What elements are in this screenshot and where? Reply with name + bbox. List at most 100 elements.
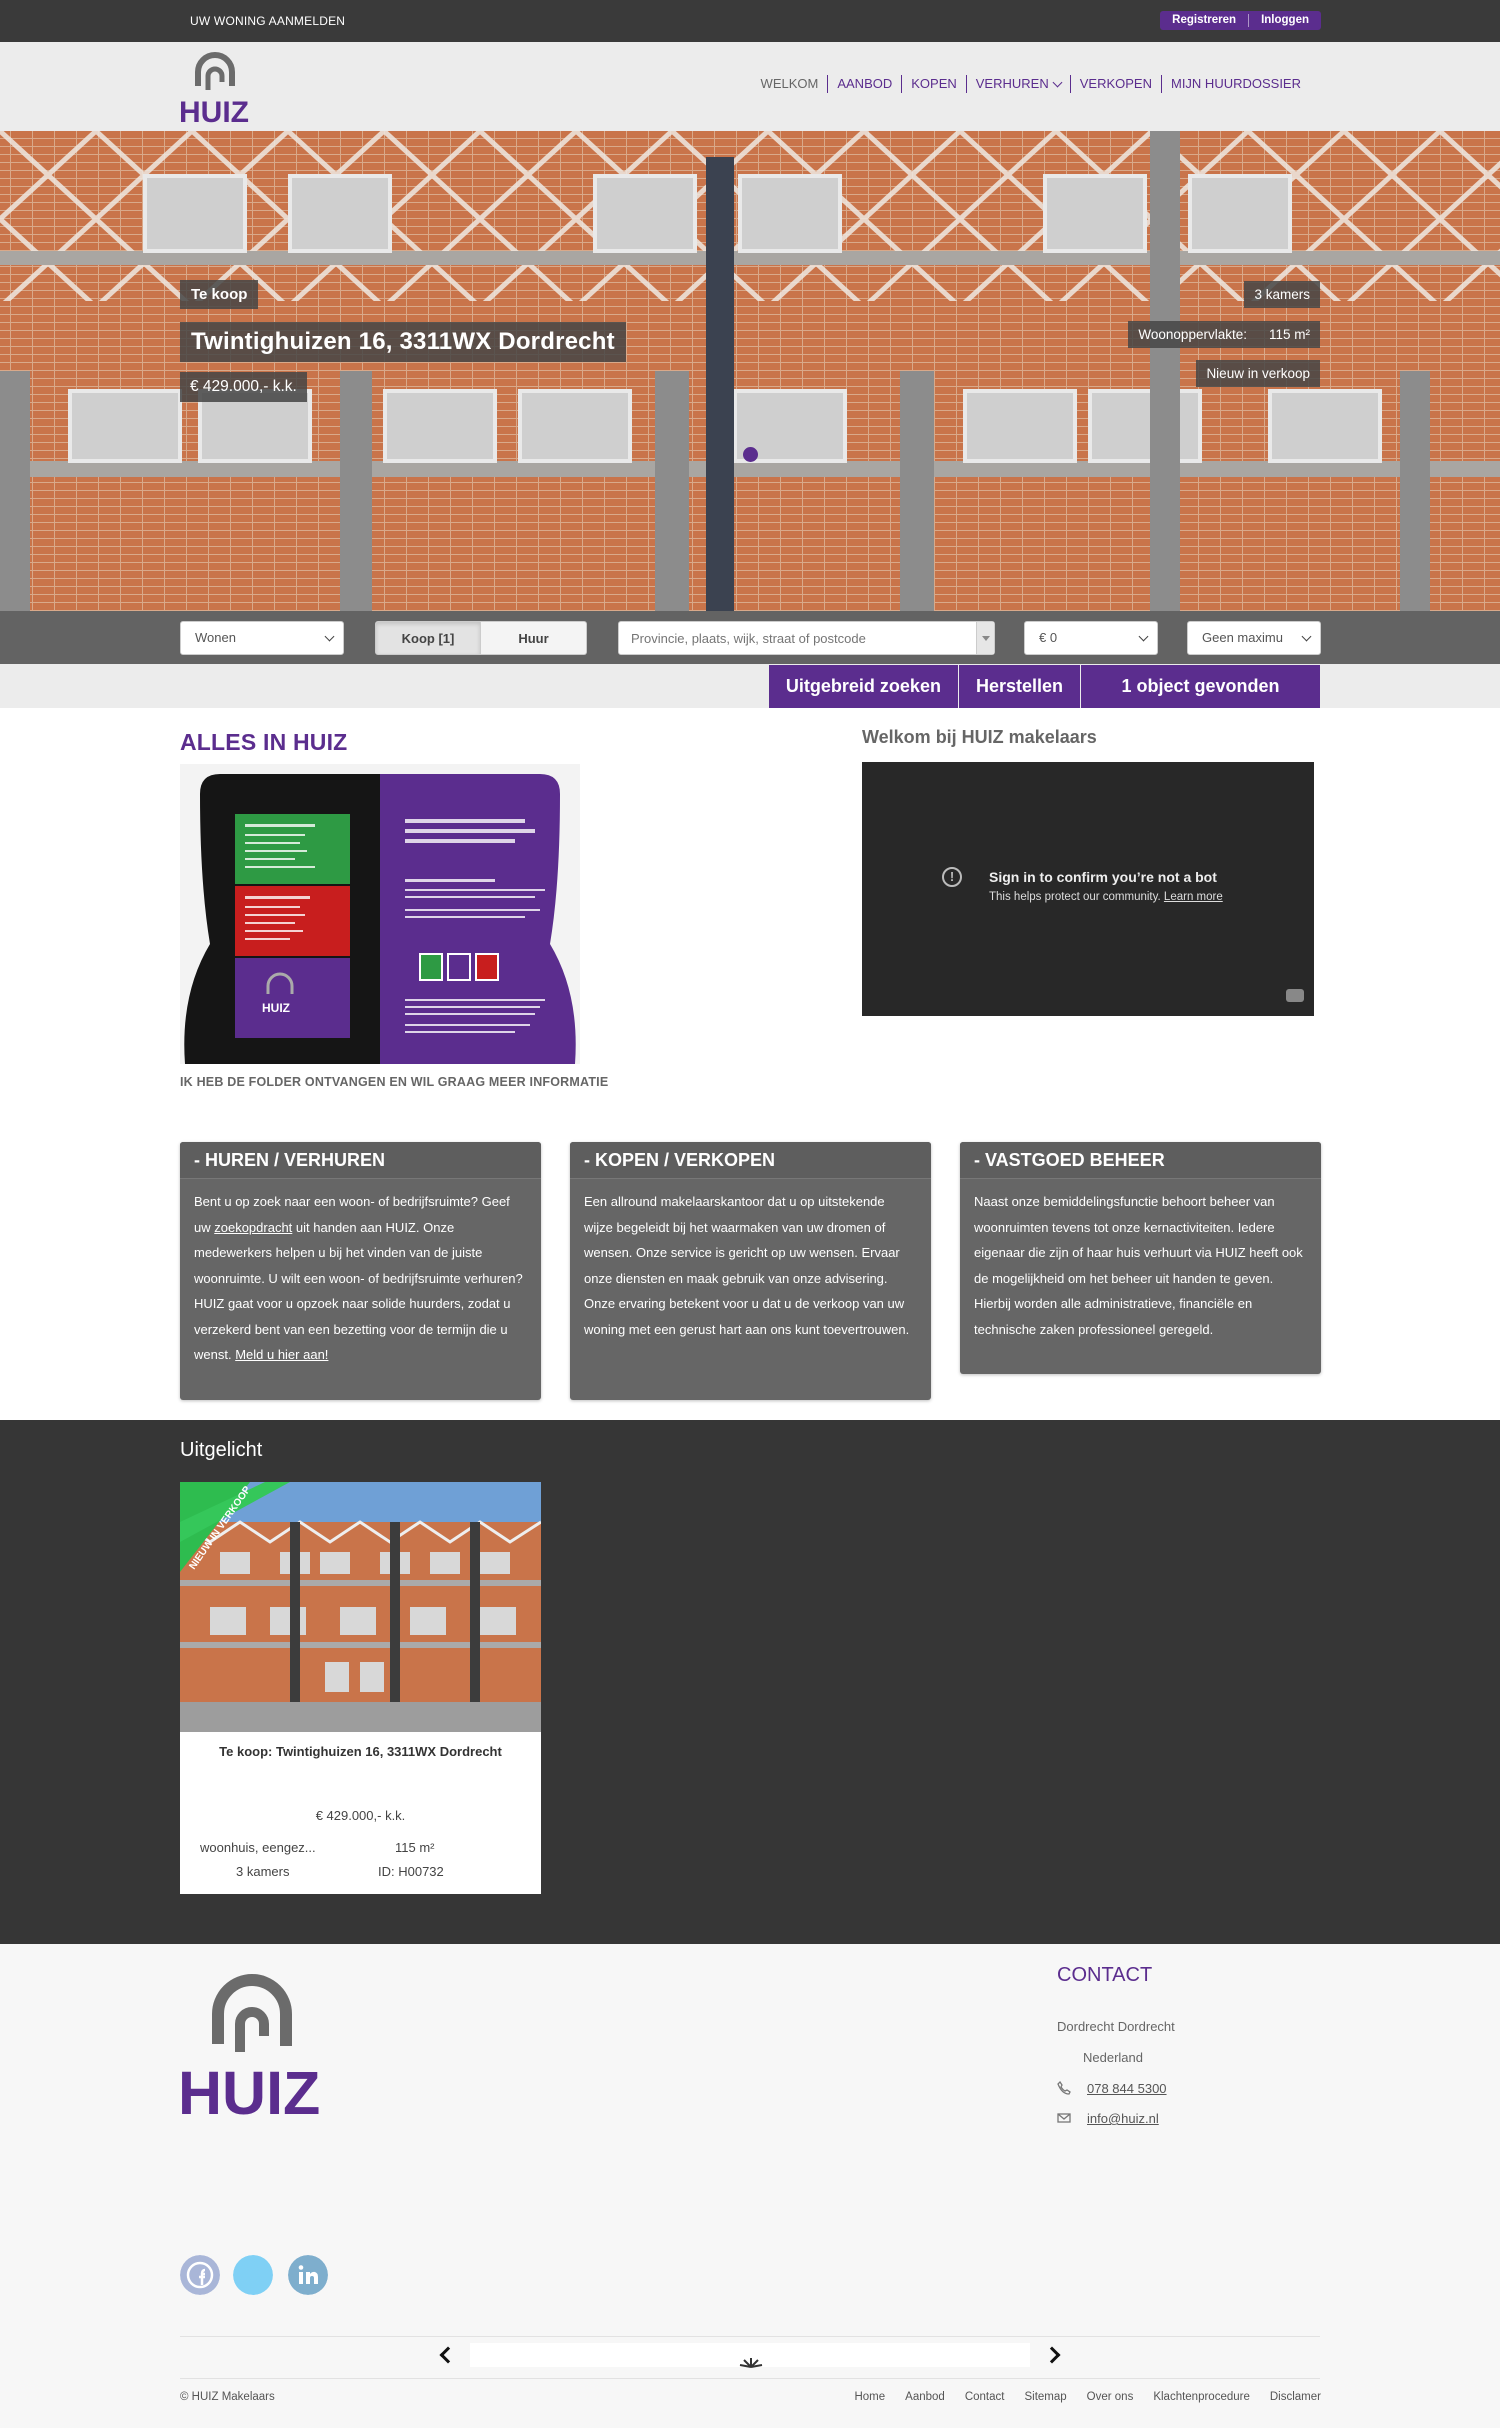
chevron-down-icon <box>324 631 335 642</box>
footer-logo-wordmark: HUIZ <box>178 2059 320 2120</box>
featured-id: ID: H00732 <box>378 1864 444 1879</box>
video-submessage: This helps protect our community. Learn … <box>989 891 1223 903</box>
nav-huurdossier-label: MIJN HUURDOSSIER <box>1170 76 1301 91</box>
card-title: - VASTGOED BEHEER <box>960 1142 1321 1179</box>
learn-more-link[interactable]: Learn more <box>1164 891 1223 903</box>
nav-verkopen-label: VERKOPEN <box>1079 76 1152 91</box>
category-value: Wonen <box>195 630 236 645</box>
nav-kopen[interactable]: KOPEN <box>901 75 966 93</box>
info-icon: ! <box>942 867 962 887</box>
location-input[interactable] <box>619 622 959 654</box>
nav-verhuren[interactable]: VERHUREN <box>965 75 1070 93</box>
nav-aanbod[interactable]: AANBOD <box>827 75 901 93</box>
logo-wordmark: HUIZ <box>179 96 249 126</box>
copyright: © HUIZ Makelaars <box>180 2391 275 2403</box>
register-button[interactable]: Registreren <box>1160 11 1248 30</box>
chevron-down-icon <box>1301 631 1312 642</box>
folder-logo-text: HUIZ <box>262 1001 290 1015</box>
logo-inner-arch-icon <box>235 2007 269 2052</box>
card-huren-verhuren: - HUREN / VERHUREN Bent u op zoek naar e… <box>180 1142 541 1400</box>
nav-mijn-huurdossier[interactable]: MIJN HUURDOSSIER <box>1160 75 1310 93</box>
phone-link[interactable]: 078 844 5300 <box>1087 2081 1167 2096</box>
footer-link-sitemap[interactable]: Sitemap <box>1024 2391 1066 2403</box>
location-dropdown-icon[interactable] <box>976 622 994 654</box>
area-value: 115 m² <box>1268 327 1310 342</box>
hero-slider[interactable]: Te koop Twintighuizen 16, 3311WX Dordrec… <box>0 131 1500 611</box>
rent-toggle[interactable]: Huur <box>481 621 587 655</box>
section-heading: ALLES IN HUIZ <box>180 729 348 755</box>
main-nav: WELKOM AANBOD KOPEN VERHUREN VERKOPEN MI… <box>752 75 1310 93</box>
slider-dot[interactable] <box>743 447 758 462</box>
category-select[interactable]: Wonen <box>180 621 344 655</box>
buy-rent-toggle: Koop [1] Huur <box>375 621 587 655</box>
chevron-down-icon <box>1138 631 1149 642</box>
featured-heading: Uitgelicht <box>180 1439 263 1461</box>
listing-type-badge: Te koop <box>180 280 259 309</box>
linkedin-icon[interactable] <box>288 2255 328 2295</box>
email-link[interactable]: info@huiz.nl <box>1087 2111 1159 2126</box>
card-text: Bent u op zoek naar een woon- of bedrijf… <box>180 1179 541 1368</box>
facebook-icon[interactable] <box>180 2255 220 2295</box>
footer-link-over-ons[interactable]: Over ons <box>1087 2391 1134 2403</box>
listing-status-badge: Nieuw in verkoop <box>1196 360 1320 387</box>
nav-welkom-label: WELKOM <box>760 76 819 91</box>
card-title: - HUREN / VERHUREN <box>180 1142 541 1179</box>
mail-icon <box>1057 2113 1071 2123</box>
footer-link-home[interactable]: Home <box>854 2391 885 2403</box>
nav-welkom[interactable]: WELKOM <box>752 75 828 93</box>
phone-icon <box>1057 2081 1071 2095</box>
nav-verkopen[interactable]: VERKOPEN <box>1069 75 1161 93</box>
contact-city: Dordrecht Dordrecht <box>1057 2019 1175 2034</box>
buy-toggle[interactable]: Koop [1] <box>375 621 481 655</box>
nav-aanbod-label: AANBOD <box>837 76 893 91</box>
min-price-value: € 0 <box>1039 630 1058 645</box>
footer-link-disclaimer[interactable]: Disclamer <box>1270 2391 1321 2403</box>
location-field[interactable] <box>618 621 995 655</box>
logo-inner-arch-icon <box>205 66 225 90</box>
video-message: Sign in to confirm you’re not a bot <box>989 869 1217 885</box>
listing-address[interactable]: Twintighuizen 16, 3311WX Dordrecht <box>180 322 626 362</box>
advanced-search-button[interactable]: Uitgebreid zoeken <box>767 665 958 708</box>
twitter-icon[interactable] <box>233 2255 273 2295</box>
featured-rooms: 3 kamers <box>236 1864 290 1879</box>
loading-spinner-icon <box>739 2358 763 2368</box>
contact-heading: CONTACT <box>1057 1964 1153 1986</box>
featured-kind: woonhuis, eengez... <box>200 1840 316 1855</box>
listing-area-badge: Woonoppervlakte: 115 m² <box>1128 321 1320 348</box>
top-bar: UW WONING AANMELDEN Registreren Inloggen <box>0 0 1500 42</box>
reset-button[interactable]: Herstellen <box>957 665 1080 708</box>
featured-price: € 429.000,- k.k. <box>315 1808 406 1823</box>
nav-kopen-label: KOPEN <box>911 76 957 91</box>
video-heading: Welkom bij HUIZ makelaars <box>862 727 1097 747</box>
register-home-link[interactable]: UW WONING AANMELDEN <box>190 14 345 28</box>
card-title: - KOPEN / VERKOPEN <box>570 1142 931 1179</box>
meld-aan-link[interactable]: Meld u hier aan! <box>235 1347 328 1362</box>
footer-divider <box>180 2378 1320 2379</box>
folder-image[interactable]: HUIZ <box>180 764 580 1064</box>
login-button[interactable]: Inloggen <box>1249 11 1321 30</box>
card-text: Een allround makelaarskantoor dat u op u… <box>584 1194 910 1337</box>
footer-link-contact[interactable]: Contact <box>965 2391 1005 2403</box>
footer-link-klachten[interactable]: Klachtenprocedure <box>1153 2391 1250 2403</box>
footer-links: Home Aanbod Contact Sitemap Over ons Kla… <box>854 2391 1321 2403</box>
chevron-down-icon <box>1052 77 1063 87</box>
featured-listing-card[interactable]: NIEUW IN VERKOOP Te koop: Twintighuizen … <box>180 1482 541 1894</box>
video-sub-text: This helps protect our community. <box>989 891 1161 903</box>
max-price-select[interactable]: Geen maximu <box>1187 621 1321 655</box>
featured-area: 115 m² <box>395 1840 435 1855</box>
footer-logo[interactable]: HUIZ <box>178 1964 330 2120</box>
results-count-button[interactable]: 1 object gevonden <box>1080 665 1320 708</box>
huiz-logo[interactable]: HUIZ <box>178 48 252 126</box>
min-price-select[interactable]: € 0 <box>1024 621 1158 655</box>
nav-verhuren-label: VERHUREN <box>975 76 1049 91</box>
auth-box: Registreren Inloggen <box>1160 11 1321 30</box>
youtube-icon[interactable] <box>1286 989 1304 1002</box>
contact-country: Nederland <box>1083 2050 1143 2065</box>
listing-rooms-badge: 3 kamers <box>1244 281 1320 308</box>
card-text: Naast onze bemiddelingsfunctie behoort b… <box>974 1194 1303 1337</box>
video-player[interactable]: ! Sign in to confirm you’re not a bot Th… <box>862 762 1314 1016</box>
footer-link-aanbod[interactable]: Aanbod <box>905 2391 945 2403</box>
featured-title[interactable]: Te koop: Twintighuizen 16, 3311WX Dordre… <box>180 1744 541 1759</box>
folder-info-link[interactable]: IK HEB DE FOLDER ONTVANGEN EN WIL GRAAG … <box>180 1075 608 1089</box>
zoekopdracht-link[interactable]: zoekopdracht <box>214 1220 292 1235</box>
